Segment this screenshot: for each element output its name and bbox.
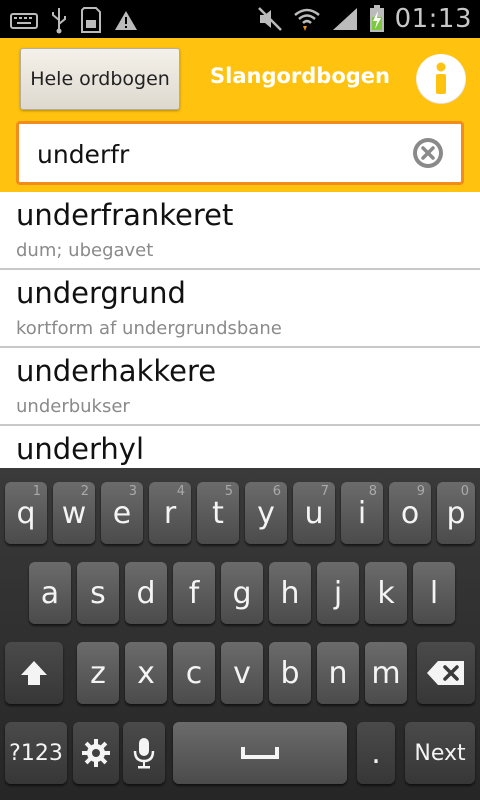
on-screen-keyboard: q1 w2 e3 r4 t5 y6 u7 i8 o9 p0 a s d f g … xyxy=(0,468,480,800)
clock: 01:13 xyxy=(394,4,472,34)
status-bar: 01:13 xyxy=(0,0,480,38)
info-icon[interactable] xyxy=(416,54,466,104)
status-left-icons xyxy=(10,6,138,34)
result-definition: dum; ubegavet xyxy=(16,240,154,261)
key-hint: 3 xyxy=(128,484,137,499)
app-header: Hele ordbogen Slangordbogen xyxy=(0,38,480,192)
period-key[interactable]: . xyxy=(357,722,395,784)
next-key[interactable]: Next xyxy=(405,722,475,784)
key-r[interactable]: r4 xyxy=(149,482,191,544)
key-t[interactable]: t5 xyxy=(197,482,239,544)
key-q[interactable]: q1 xyxy=(5,482,47,544)
keyboard-icon xyxy=(10,10,38,30)
key-hint: 9 xyxy=(416,484,425,499)
battery-charging-icon xyxy=(369,5,385,33)
key-label: e xyxy=(112,495,132,531)
key-hint: 1 xyxy=(32,484,41,499)
key-label: u xyxy=(304,495,324,531)
warning-icon xyxy=(114,9,138,31)
result-definition: underbukser xyxy=(16,396,130,417)
space-key[interactable] xyxy=(173,722,347,784)
key-e[interactable]: e3 xyxy=(101,482,143,544)
key-i[interactable]: i8 xyxy=(341,482,383,544)
key-label: p xyxy=(446,495,466,531)
key-label: q xyxy=(16,495,36,531)
search-input[interactable] xyxy=(37,136,397,172)
key-z[interactable]: z xyxy=(77,642,119,704)
settings-key[interactable] xyxy=(73,722,119,784)
list-item[interactable]: underfrankeret dum; ubegavet xyxy=(0,192,480,270)
result-word: underhyl xyxy=(16,432,145,466)
key-label: o xyxy=(400,495,420,531)
key-l[interactable]: l xyxy=(413,562,455,624)
search-box xyxy=(16,121,464,185)
results-list: underfrankeret dum; ubegavet undergrund … xyxy=(0,192,480,468)
key-hint: 5 xyxy=(224,484,233,499)
key-f[interactable]: f xyxy=(173,562,215,624)
key-label: w xyxy=(61,495,87,531)
list-item[interactable]: undergrund kortform af undergrundsbane xyxy=(0,270,480,348)
key-k[interactable]: k xyxy=(365,562,407,624)
key-hint: 6 xyxy=(272,484,281,499)
key-d[interactable]: d xyxy=(125,562,167,624)
mute-icon xyxy=(257,6,283,32)
result-definition: kortform af undergrundsbane xyxy=(16,318,282,339)
key-w[interactable]: w2 xyxy=(53,482,95,544)
result-word: underfrankeret xyxy=(16,198,234,232)
key-g[interactable]: g xyxy=(221,562,263,624)
app-title: Slangordbogen xyxy=(210,64,390,88)
signal-icon xyxy=(331,6,359,32)
key-m[interactable]: m xyxy=(365,642,407,704)
list-item[interactable]: underhakkere underbukser xyxy=(0,348,480,426)
clear-icon[interactable] xyxy=(411,136,445,170)
voice-input-key[interactable] xyxy=(123,722,165,784)
list-item[interactable]: underhyl xyxy=(0,426,480,468)
key-label: y xyxy=(257,495,275,531)
key-u[interactable]: u7 xyxy=(293,482,335,544)
key-b[interactable]: b xyxy=(269,642,311,704)
key-p[interactable]: p0 xyxy=(437,482,475,544)
key-label: r xyxy=(163,495,177,531)
backspace-key[interactable] xyxy=(417,642,475,704)
key-o[interactable]: o9 xyxy=(389,482,431,544)
symbols-key[interactable]: ?123 xyxy=(5,722,67,784)
key-x[interactable]: x xyxy=(125,642,167,704)
key-y[interactable]: y6 xyxy=(245,482,287,544)
gear-icon xyxy=(82,739,110,767)
key-n[interactable]: n xyxy=(317,642,359,704)
backspace-icon xyxy=(427,661,464,685)
key-v[interactable]: v xyxy=(221,642,263,704)
key-a[interactable]: a xyxy=(29,562,71,624)
shift-key[interactable] xyxy=(5,642,63,704)
key-hint: 7 xyxy=(320,484,329,499)
result-word: underhakkere xyxy=(16,354,217,388)
key-hint: 2 xyxy=(80,484,89,499)
wifi-icon xyxy=(293,5,321,33)
key-hint: 8 xyxy=(368,484,377,499)
key-label: t xyxy=(212,495,224,531)
key-label: i xyxy=(357,495,367,531)
status-right-icons: 01:13 xyxy=(257,4,472,34)
shift-icon xyxy=(21,661,47,685)
key-h[interactable]: h xyxy=(269,562,311,624)
key-s[interactable]: s xyxy=(77,562,119,624)
microphone-icon xyxy=(133,738,155,769)
key-hint: 4 xyxy=(176,484,185,499)
result-word: undergrund xyxy=(16,276,186,310)
sd-card-icon xyxy=(80,6,102,34)
usb-icon xyxy=(50,6,68,34)
whole-dictionary-button[interactable]: Hele ordbogen xyxy=(20,48,180,110)
space-icon xyxy=(241,747,279,759)
key-j[interactable]: j xyxy=(317,562,359,624)
key-hint: 0 xyxy=(460,484,469,499)
key-c[interactable]: c xyxy=(173,642,215,704)
